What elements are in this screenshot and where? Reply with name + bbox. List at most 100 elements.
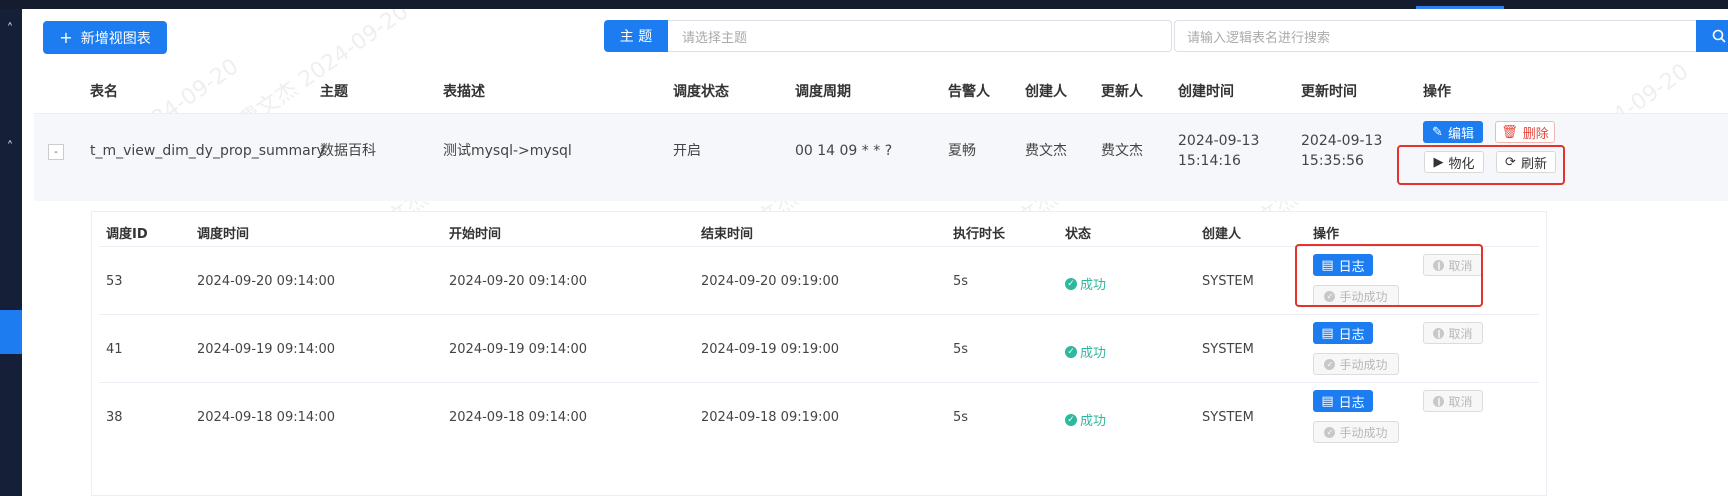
- manual-success-button[interactable]: ✓ 手动成功: [1313, 353, 1399, 375]
- cell-updater: 费文杰: [1101, 143, 1143, 159]
- status-success: ✓ 成功: [1065, 410, 1106, 429]
- check-circle-icon: ✓: [1324, 358, 1336, 370]
- plus-icon: +: [59, 28, 73, 47]
- highlight-box-row-actions: [1397, 145, 1565, 185]
- sub-cell-duration: 5s: [953, 410, 969, 425]
- sub-cell-creator: SYSTEM: [1202, 274, 1254, 289]
- sub-cell-id: 41: [106, 342, 123, 357]
- col-header-actions: 操作: [1423, 84, 1451, 100]
- col-header-schedule-cycle: 调度周期: [795, 84, 851, 100]
- highlight-box-sub-actions: [1295, 244, 1483, 307]
- check-circle-icon: ✓: [1324, 426, 1336, 438]
- created-time: 15:14:16: [1178, 153, 1241, 169]
- chevron-up-icon[interactable]: ˄: [3, 141, 17, 155]
- sub-cell-end-time: 2024-09-18 09:19:00: [701, 410, 840, 425]
- cell-description: 测试mysql->mysql: [443, 143, 572, 159]
- sub-col-header-duration: 执行时长: [953, 227, 1006, 242]
- col-header-name: 表名: [90, 84, 118, 100]
- search-icon: [1712, 29, 1726, 43]
- delete-button[interactable]: 🗑 删除: [1495, 121, 1555, 143]
- file-icon: ▤: [1321, 393, 1334, 409]
- cell-updated-time: 2024-09-13 15:35:56: [1301, 131, 1382, 171]
- cancel-button[interactable]: ∥ 取消: [1423, 322, 1483, 344]
- file-icon: ▤: [1321, 325, 1334, 341]
- updated-time: 15:35:56: [1301, 153, 1364, 169]
- log-button[interactable]: ▤ 日志: [1313, 322, 1373, 344]
- col-header-created-time: 创建时间: [1178, 84, 1234, 100]
- edit-label: 编辑: [1447, 126, 1474, 142]
- check-circle-icon: ✓: [1065, 413, 1077, 426]
- manual-success-label: 手动成功: [1339, 357, 1388, 372]
- sub-col-header-end-time: 结束时间: [701, 227, 754, 242]
- row-divider: [99, 314, 1539, 315]
- log-button[interactable]: ▤ 日志: [1313, 390, 1373, 412]
- pause-icon: ∥: [1433, 327, 1445, 339]
- sub-col-header-schedule-time: 调度时间: [197, 227, 250, 242]
- sub-col-header-start-time: 开始时间: [449, 227, 502, 242]
- trash-icon: 🗑: [1501, 124, 1518, 140]
- sub-col-header-status: 状态: [1065, 227, 1092, 242]
- sub-cell-creator: SYSTEM: [1202, 410, 1254, 425]
- cancel-label: 取消: [1448, 394, 1473, 409]
- top-nav-bar: [0, 0, 1728, 9]
- status-label: 成功: [1080, 346, 1107, 361]
- check-circle-icon: ✓: [1065, 277, 1077, 290]
- manual-success-label: 手动成功: [1339, 425, 1388, 440]
- col-header-subject: 主题: [320, 84, 348, 100]
- sub-cell-end-time: 2024-09-19 09:19:00: [701, 342, 840, 357]
- col-header-creator: 创建人: [1025, 84, 1067, 100]
- status-success: ✓ 成功: [1065, 342, 1106, 361]
- search-input[interactable]: 请输入逻辑表名进行搜索: [1174, 20, 1696, 52]
- sub-cell-id: 53: [106, 274, 123, 289]
- sub-cell-end-time: 2024-09-20 09:19:00: [701, 274, 840, 289]
- cell-creator: 费文杰: [1025, 143, 1067, 159]
- cancel-button[interactable]: ∥ 取消: [1423, 390, 1483, 412]
- subject-select[interactable]: 请选择主题: [668, 20, 1172, 52]
- status-label: 成功: [1080, 414, 1107, 429]
- add-view-table-label: 新增视图表: [80, 30, 151, 47]
- col-header-description: 表描述: [443, 84, 485, 100]
- delete-label: 删除: [1522, 126, 1549, 142]
- sub-col-header-id: 调度ID: [106, 227, 148, 242]
- main-content: 费文杰 2024-09-20 费文杰 2024-09-20 费文杰 2024-0…: [22, 9, 1728, 496]
- col-header-updater: 更新人: [1101, 84, 1143, 100]
- col-header-schedule-status: 调度状态: [673, 84, 729, 100]
- sub-cell-schedule-time: 2024-09-19 09:14:00: [197, 342, 336, 357]
- sub-cell-schedule-time: 2024-09-20 09:14:00: [197, 274, 336, 289]
- chevron-up-icon[interactable]: ˄: [3, 23, 17, 37]
- check-circle-icon: ✓: [1065, 345, 1077, 358]
- log-label: 日志: [1338, 395, 1365, 411]
- sub-cell-duration: 5s: [953, 274, 969, 289]
- sidebar-item-active[interactable]: [0, 310, 22, 354]
- status-success: ✓ 成功: [1065, 274, 1106, 293]
- cell-subject: 数据百科: [320, 143, 376, 159]
- col-header-updated-time: 更新时间: [1301, 84, 1357, 100]
- sub-cell-id: 38: [106, 410, 123, 425]
- cell-alert-user: 夏畅: [948, 143, 976, 159]
- cell-name: t_m_view_dim_dy_prop_summary: [90, 143, 325, 159]
- sidebar: ˄ ˄: [0, 9, 22, 496]
- sub-cell-start-time: 2024-09-18 09:14:00: [449, 410, 588, 425]
- edit-button[interactable]: ✎ 编辑: [1423, 121, 1483, 143]
- log-label: 日志: [1338, 327, 1365, 343]
- sub-cell-creator: SYSTEM: [1202, 342, 1254, 357]
- subject-label: 主 题: [604, 20, 668, 52]
- sub-col-header-actions: 操作: [1313, 227, 1340, 242]
- col-header-alert-user: 告警人: [948, 84, 990, 100]
- cell-schedule-cron: 00 14 09 * * ?: [795, 143, 893, 159]
- collapse-row-button[interactable]: -: [48, 144, 64, 160]
- sub-cell-duration: 5s: [953, 342, 969, 357]
- created-date: 2024-09-13: [1178, 133, 1260, 149]
- status-label: 成功: [1080, 278, 1107, 293]
- search-button[interactable]: [1696, 20, 1728, 52]
- pencil-icon: ✎: [1432, 124, 1443, 140]
- sub-cell-start-time: 2024-09-19 09:14:00: [449, 342, 588, 357]
- pause-icon: ∥: [1433, 395, 1445, 407]
- manual-success-button[interactable]: ✓ 手动成功: [1313, 421, 1399, 443]
- updated-date: 2024-09-13: [1301, 133, 1383, 149]
- cancel-label: 取消: [1448, 326, 1473, 341]
- add-view-table-button[interactable]: + 新增视图表: [43, 21, 167, 54]
- cell-created-time: 2024-09-13 15:14:16: [1178, 131, 1259, 171]
- row-divider: [99, 382, 1539, 383]
- sub-cell-start-time: 2024-09-20 09:14:00: [449, 274, 588, 289]
